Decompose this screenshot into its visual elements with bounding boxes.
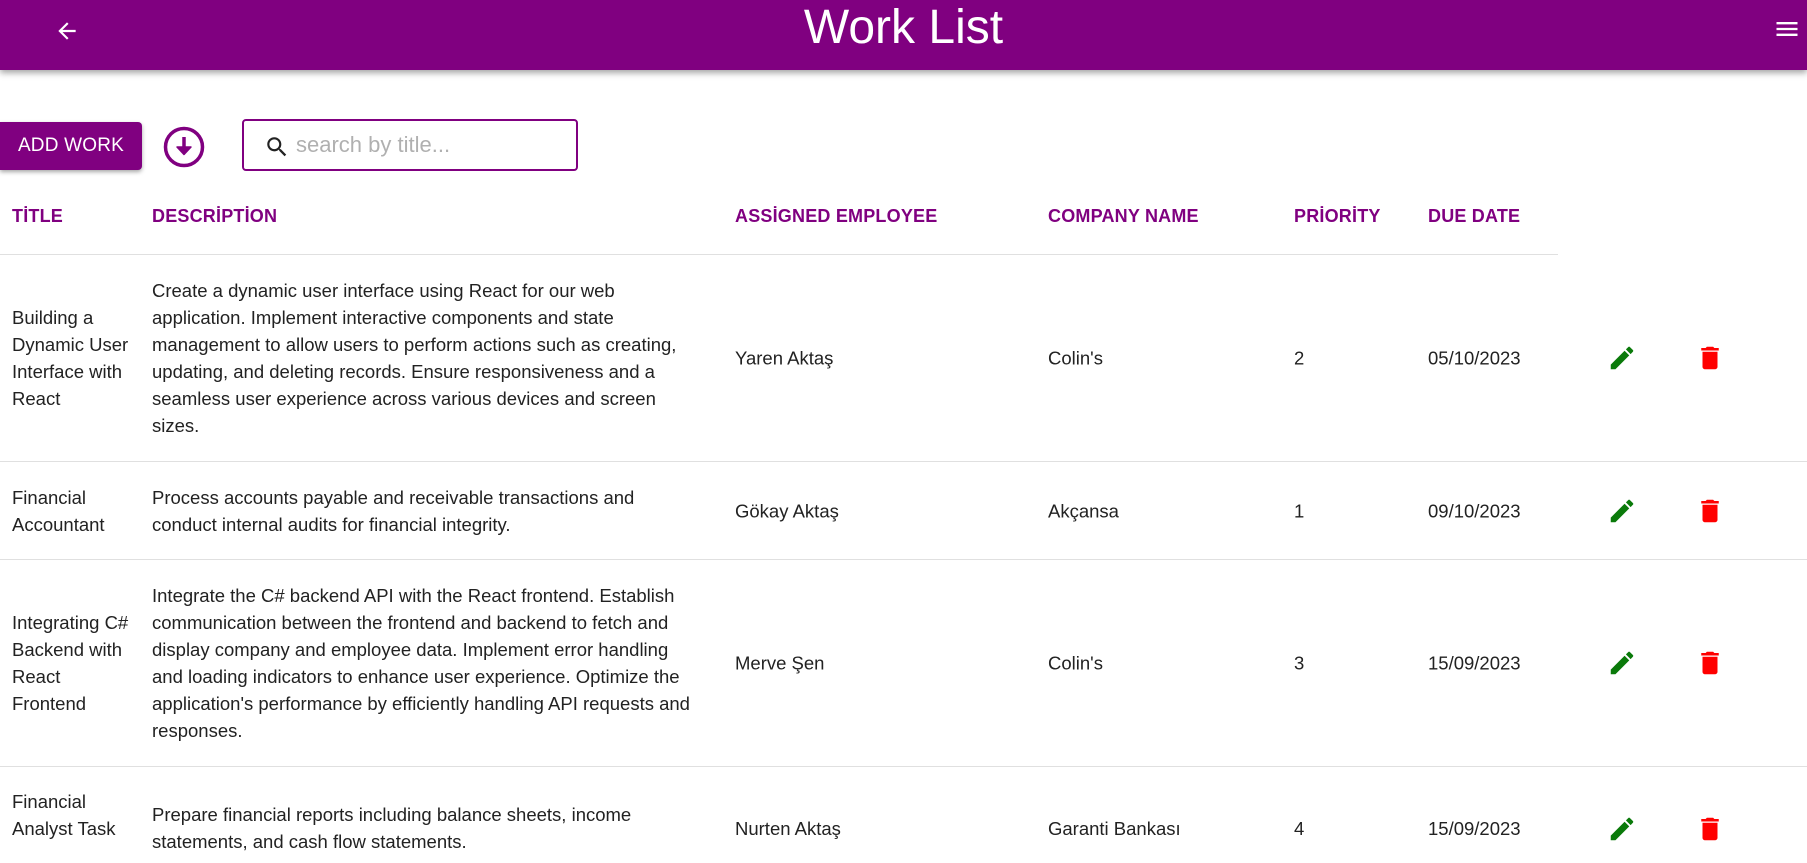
download-circle-icon [163, 126, 205, 168]
cell-title: Financial Accountant [12, 486, 105, 535]
download-button[interactable] [162, 125, 206, 169]
search-input[interactable] [294, 129, 568, 161]
cell-assigned-employee: Nurten Aktaş [735, 818, 841, 839]
edit-button[interactable] [1606, 813, 1638, 845]
toolbar: ADD WORK [0, 118, 800, 176]
cell-assigned-employee: Merve Şen [735, 652, 825, 674]
table-row: Financial Analyst Task Prepare financial… [0, 767, 1807, 863]
delete-button[interactable] [1694, 647, 1726, 679]
cell-priority: 2 [1294, 347, 1305, 369]
cell-description: Integrate the C# backend API with the Re… [152, 585, 690, 741]
table-row: Integrating C# Backend with React Fronte… [0, 560, 1807, 767]
app-bar: Work List [0, 0, 1807, 70]
column-header-assigned-employee[interactable]: ASSİGNED EMPLOYEE [735, 206, 937, 227]
column-header-priority[interactable]: PRİORİTY [1294, 206, 1381, 227]
cell-company-name: Colin's [1048, 347, 1103, 369]
search-box [242, 119, 578, 171]
cell-due-date: 09/10/2023 [1428, 500, 1521, 521]
search-icon [267, 137, 287, 157]
cell-company-name: Akçansa [1048, 500, 1119, 521]
cell-due-date: 05/10/2023 [1428, 347, 1521, 369]
delete-button[interactable] [1694, 495, 1726, 527]
column-header-company-name[interactable]: COMPANY NAME [1048, 206, 1199, 227]
cell-title: Building a Dynamic User Interface with R… [12, 307, 129, 409]
arrow-left-icon [58, 22, 76, 40]
cell-due-date: 15/09/2023 [1428, 818, 1521, 839]
trash-delete-icon [1701, 817, 1719, 841]
page-title: Work List [803, 1, 1004, 54]
table-row: Financial Accountant Process accounts pa… [0, 462, 1807, 560]
pencil-edit-icon [1610, 499, 1634, 522]
trash-delete-icon [1701, 346, 1719, 370]
cell-priority: 1 [1294, 500, 1305, 521]
pencil-edit-icon [1610, 817, 1634, 841]
cell-assigned-employee: Gökay Aktaş [735, 500, 839, 521]
trash-delete-icon [1701, 651, 1719, 675]
column-header-due-date[interactable]: DUE DATE [1428, 206, 1520, 227]
menu-button[interactable] [1768, 12, 1806, 46]
cell-description: Prepare financial reports including bala… [152, 804, 632, 852]
column-header-description[interactable]: DESCRİPTİON [152, 206, 277, 227]
cell-company-name: Garanti Bankası [1048, 818, 1181, 839]
table-header: TİTLE DESCRİPTİON ASSİGNED EMPLOYEE COMP… [0, 196, 1558, 255]
delete-button[interactable] [1694, 813, 1726, 845]
table-row: Building a Dynamic User Interface with R… [0, 255, 1807, 462]
edit-button[interactable] [1606, 495, 1638, 527]
cell-title: Integrating C# Backend with React Fronte… [12, 612, 129, 714]
column-header-title[interactable]: TİTLE [12, 206, 63, 227]
pencil-edit-icon [1610, 346, 1634, 370]
edit-button[interactable] [1606, 647, 1638, 679]
cell-description: Process accounts payable and receivable … [152, 486, 635, 535]
hamburger-menu-icon [1776, 22, 1798, 36]
cell-description: Create a dynamic user interface using Re… [152, 280, 677, 436]
add-work-button[interactable]: ADD WORK [0, 122, 142, 170]
cell-due-date: 15/09/2023 [1428, 652, 1521, 674]
cell-title: Financial Analyst Task [12, 791, 116, 839]
cell-priority: 3 [1294, 652, 1305, 674]
pencil-edit-icon [1610, 651, 1634, 675]
cell-assigned-employee: Yaren Aktaş [735, 347, 834, 369]
trash-delete-icon [1701, 499, 1719, 522]
cell-priority: 4 [1294, 818, 1305, 839]
delete-button[interactable] [1694, 342, 1726, 374]
edit-button[interactable] [1606, 342, 1638, 374]
cell-company-name: Colin's [1048, 652, 1103, 674]
back-button[interactable] [48, 12, 86, 50]
